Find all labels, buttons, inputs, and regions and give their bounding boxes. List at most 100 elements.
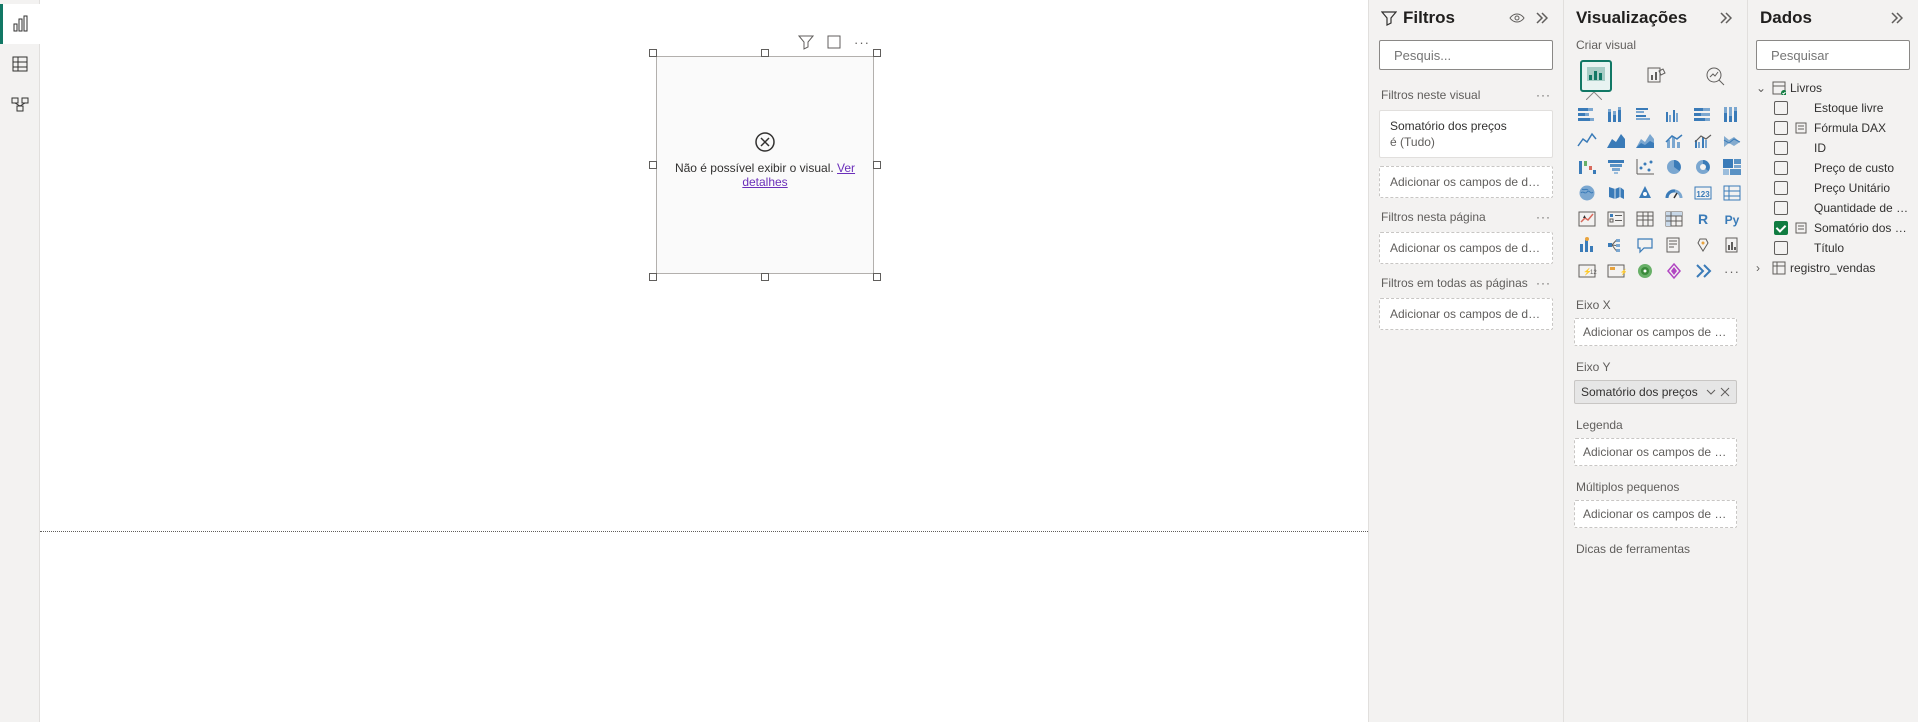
field-checkbox[interactable] xyxy=(1774,181,1788,195)
viz-line-stacked-column-icon[interactable] xyxy=(1661,130,1687,152)
viz-power-automate-icon[interactable]: ⚡123 xyxy=(1574,260,1600,282)
viz-arcgis-icon[interactable] xyxy=(1632,260,1658,282)
model-view-button[interactable] xyxy=(0,84,40,124)
svg-text:Py: Py xyxy=(1725,213,1740,227)
viz-multi-row-card-icon[interactable] xyxy=(1719,182,1745,204)
viz-card-icon[interactable]: 123 xyxy=(1690,182,1716,204)
field-row[interactable]: Fórmula DAX xyxy=(1772,118,1912,138)
field-row[interactable]: ID xyxy=(1772,138,1912,158)
field-row[interactable]: Título xyxy=(1772,238,1912,258)
filter-section-more[interactable]: ··· xyxy=(1536,276,1551,290)
viz-qa-icon[interactable] xyxy=(1632,234,1658,256)
viz-collapse-button[interactable] xyxy=(1713,6,1737,30)
field-checkbox[interactable] xyxy=(1774,241,1788,255)
chevron-double-right-icon xyxy=(1718,11,1732,25)
viz-100-stacked-column-icon[interactable] xyxy=(1719,104,1745,126)
viz-100-stacked-bar-icon[interactable] xyxy=(1690,104,1716,126)
viz-kpi-icon[interactable]: ▲ xyxy=(1574,208,1600,230)
viz-r-icon[interactable]: R xyxy=(1690,208,1716,230)
field-drop-small[interactable]: Adicionar os campos de da... xyxy=(1574,500,1737,528)
viz-power-platform-icon[interactable] xyxy=(1661,260,1687,282)
data-search[interactable] xyxy=(1756,40,1910,70)
visual-container[interactable]: Não é possível exibir o visual. Ver deta… xyxy=(656,56,874,274)
viz-funnel-icon[interactable] xyxy=(1603,156,1629,178)
field-row[interactable]: Preço de custo xyxy=(1772,158,1912,178)
filter-card[interactable]: Somatório dos preços é (Tudo) xyxy=(1379,110,1553,158)
field-checkbox[interactable] xyxy=(1774,121,1788,135)
viz-tab-format[interactable] xyxy=(1640,60,1672,92)
data-view-button[interactable] xyxy=(0,44,40,84)
viz-power-apps-icon[interactable]: ⚡ xyxy=(1603,260,1629,282)
filter-drop-page[interactable]: Adicionar os campos de da... xyxy=(1379,232,1553,264)
filters-search[interactable] xyxy=(1379,40,1553,70)
viz-tab-analytics[interactable] xyxy=(1699,60,1731,92)
viz-stacked-area-icon[interactable] xyxy=(1632,130,1658,152)
viz-decomposition-tree-icon[interactable] xyxy=(1603,234,1629,256)
filter-section-more[interactable]: ··· xyxy=(1536,210,1551,224)
visual-focus-button[interactable] xyxy=(824,32,844,52)
field-row[interactable]: Quantidade de v... xyxy=(1772,198,1912,218)
viz-map-icon[interactable] xyxy=(1574,182,1600,204)
viz-stacked-bar-icon[interactable] xyxy=(1574,104,1600,126)
table-label: registro_vendas xyxy=(1790,261,1875,275)
table-row-livros[interactable]: ⌄ Livros xyxy=(1754,78,1912,98)
visual-filter-button[interactable] xyxy=(796,32,816,52)
field-row[interactable]: Preço Unitário xyxy=(1772,178,1912,198)
field-row[interactable]: Somatório dos p... xyxy=(1772,218,1912,238)
viz-matrix-icon[interactable] xyxy=(1661,208,1687,230)
field-checkbox[interactable] xyxy=(1774,161,1788,175)
format-visual-icon xyxy=(1645,65,1667,87)
data-collapse-button[interactable] xyxy=(1884,6,1908,30)
viz-line-icon[interactable] xyxy=(1574,130,1600,152)
field-checkbox[interactable] xyxy=(1774,141,1788,155)
field-drop-legend[interactable]: Adicionar os campos de da... xyxy=(1574,438,1737,466)
filters-search-input[interactable] xyxy=(1394,48,1564,63)
visual-more-button[interactable]: ··· xyxy=(852,32,872,52)
viz-treemap-icon[interactable] xyxy=(1719,156,1745,178)
svg-text:123: 123 xyxy=(1696,190,1710,199)
viz-area-icon[interactable] xyxy=(1603,130,1629,152)
filter-drop-all[interactable]: Adicionar os campos de da... xyxy=(1379,298,1553,330)
viz-table-icon[interactable] xyxy=(1632,208,1658,230)
filter-drop-visual[interactable]: Adicionar os campos de da... xyxy=(1379,166,1553,198)
viz-stacked-column-icon[interactable] xyxy=(1603,104,1629,126)
field-drop-x[interactable]: Adicionar os campos de da... xyxy=(1574,318,1737,346)
viz-paginated-report-icon[interactable] xyxy=(1719,234,1745,256)
viz-line-clustered-column-icon[interactable] xyxy=(1690,130,1716,152)
viz-azure-map-icon[interactable] xyxy=(1632,182,1658,204)
viz-pie-icon[interactable] xyxy=(1661,156,1687,178)
filters-collapse-button[interactable] xyxy=(1529,6,1553,30)
report-view-button[interactable] xyxy=(0,4,40,44)
close-icon[interactable] xyxy=(1720,387,1730,397)
viz-gauge-icon[interactable] xyxy=(1661,182,1687,204)
fields-tree: ⌄ Livros Estoque livreFórmula DAXIDPreço… xyxy=(1748,78,1918,278)
field-checkbox[interactable] xyxy=(1774,201,1788,215)
viz-donut-icon[interactable] xyxy=(1690,156,1716,178)
viz-slicer-icon[interactable] xyxy=(1603,208,1629,230)
viz-filled-map-icon[interactable] xyxy=(1603,182,1629,204)
field-row[interactable]: Estoque livre xyxy=(1772,98,1912,118)
filters-visibility-button[interactable] xyxy=(1505,6,1529,30)
viz-key-influencers-icon[interactable] xyxy=(1574,234,1600,256)
report-canvas[interactable]: ··· Não é possível exibir o visual. Ver … xyxy=(40,0,1369,722)
viz-waterfall-icon[interactable] xyxy=(1574,156,1600,178)
table-icon xyxy=(1772,81,1786,95)
table-row-registro-vendas[interactable]: › registro_vendas xyxy=(1754,258,1912,278)
data-search-input[interactable] xyxy=(1771,48,1918,63)
field-checkbox[interactable] xyxy=(1774,101,1788,115)
viz-get-more-icon[interactable] xyxy=(1690,260,1716,282)
filter-section-more[interactable]: ··· xyxy=(1536,88,1551,102)
viz-clustered-bar-icon[interactable] xyxy=(1632,104,1658,126)
viz-more-button[interactable]: ··· xyxy=(1719,260,1745,282)
visual-error-message: Não é possível exibir o visual. Ver deta… xyxy=(657,131,873,189)
viz-python-icon[interactable]: Py xyxy=(1719,208,1745,230)
field-checkbox[interactable] xyxy=(1774,221,1788,235)
chevron-down-icon[interactable] xyxy=(1706,387,1716,397)
viz-goals-icon[interactable] xyxy=(1690,234,1716,256)
viz-tab-build[interactable] xyxy=(1580,60,1612,92)
viz-scatter-icon[interactable] xyxy=(1632,156,1658,178)
viz-smart-narrative-icon[interactable] xyxy=(1661,234,1687,256)
viz-ribbon-icon[interactable] xyxy=(1719,130,1745,152)
field-chip-y[interactable]: Somatório dos preços xyxy=(1574,380,1737,404)
viz-clustered-column-icon[interactable] xyxy=(1661,104,1687,126)
